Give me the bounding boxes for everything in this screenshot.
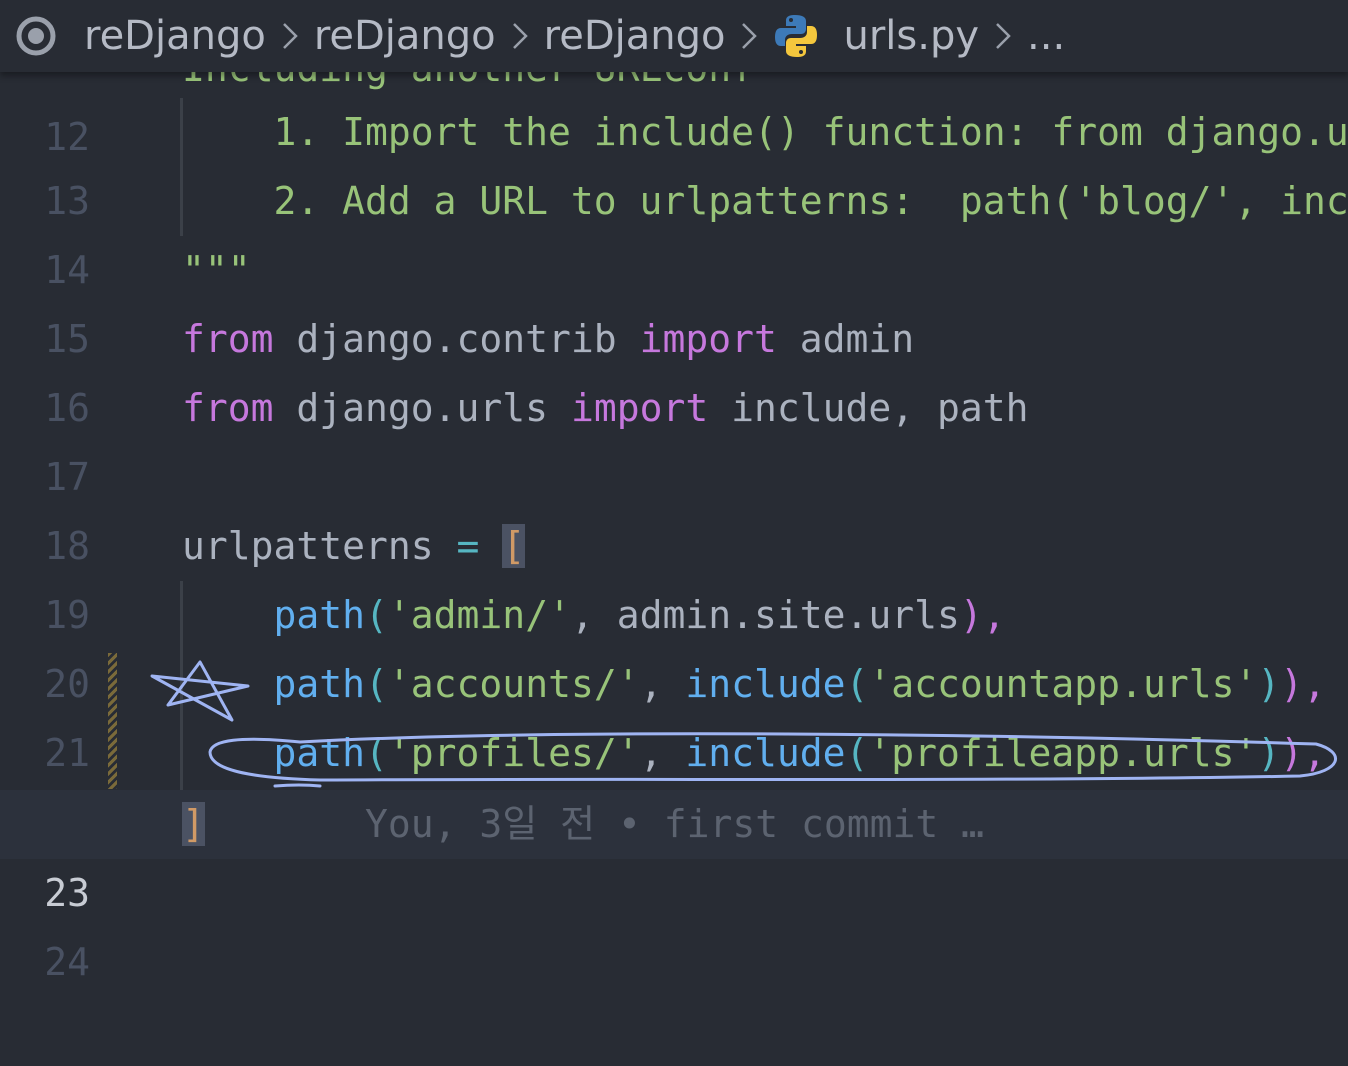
string-literal: 'profiles/' [387,731,640,775]
breadcrumb-item-symbol[interactable]: ... [1027,13,1065,59]
function-call: include [685,662,846,706]
close-bracket: ] [182,802,205,846]
breadcrumb: reDjango reDjango reDjango urls.py ... [0,0,1348,72]
paren: ), [959,593,1006,637]
code-line-13[interactable]: 13 1. Import the include() function: fro… [0,98,1348,223]
paren: ) [1257,731,1281,775]
source-control-circle-icon[interactable] [12,12,60,60]
string-literal: 'profileapp.urls' [868,731,1258,775]
paren: ( [365,593,388,637]
open-bracket: [ [502,524,526,568]
line-text: path('profiles/', include('profileapp.ur… [182,719,1326,788]
module-name: django.contrib [273,317,640,361]
code-editor[interactable]: 12 Including another URLconf 13 1. Impor… [0,0,1348,984]
keyword: import [639,317,777,361]
code-line-22[interactable]: 22 path('profiles/', include('profileapp… [0,719,1348,844]
string-literal: 'accountapp.urls' [868,662,1258,706]
line-text: """ [182,248,251,292]
code-line-20[interactable]: 20 path('admin/', admin.site.urls), [0,581,1348,706]
code-line-14[interactable]: 14 2. Add a URL to urlpatterns: path('bl… [0,167,1348,292]
code-line-18[interactable]: 18 [0,443,1348,568]
argument: , admin.site.urls [570,593,960,637]
paren: ( [845,731,869,775]
function-call: path [273,731,366,775]
function-call: path [273,593,366,637]
paren: ( [365,662,388,706]
assign-operator: = [456,524,480,568]
chevron-right-icon [739,21,759,51]
code-line-16[interactable]: 16 from django.contrib import admin [0,305,1348,430]
line-text: 1. Import the include() function: from d… [182,110,1348,154]
code-line-17[interactable]: 17 from django.urls import include, path [0,374,1348,499]
paren: ), [1280,662,1326,706]
line-text: path('admin/', admin.site.urls), [182,581,1006,650]
code-line-19[interactable]: 19 urlpatterns = [ [0,512,1348,637]
paren: ) [1257,662,1281,706]
module-name: django.urls [273,386,571,430]
keyword: import [570,386,709,430]
imported-names: admin [776,317,915,361]
string-literal: 'admin/' [387,593,571,637]
keyword: from [182,386,274,430]
chevron-right-icon [280,21,300,51]
breadcrumb-item-folder[interactable]: reDjango [314,13,496,59]
line-text: urlpatterns = [ [182,512,526,581]
paren: ( [365,731,388,775]
chevron-right-icon [510,21,530,51]
string-literal: 'accounts/' [387,662,640,706]
line-number: 24 [44,940,90,984]
line-text: from django.contrib import admin [182,305,914,374]
line-text: ] You, 3일 전 • first commit … [182,790,984,859]
function-call: include [685,731,846,775]
code-line-24[interactable]: 24 [0,859,1348,984]
paren: ), [1280,731,1326,775]
paren: ( [845,662,869,706]
breadcrumb-item-file[interactable]: urls.py [843,13,979,59]
function-call: path [273,662,366,706]
chevron-right-icon [993,21,1013,51]
code-line-23[interactable]: 23 ] You, 3일 전 • first commit … [0,790,1348,915]
code-line-21[interactable]: 21 path('accounts/', include('accountapp… [0,650,1348,775]
git-blame-annotation: You, 3일 전 • first commit … [365,802,985,846]
breadcrumb-item-folder[interactable]: reDjango [84,13,266,59]
code-line-15[interactable]: 15 """ [0,236,1348,361]
imported-names: include, path [708,386,1029,430]
line-text: 2. Add a URL to urlpatterns: path('blog/… [182,179,1348,223]
line-text: path('accounts/', include('accountapp.ur… [182,650,1326,719]
keyword: from [182,317,274,361]
breadcrumb-item-folder[interactable]: reDjango [544,13,726,59]
comma: , [639,731,686,775]
variable-name: urlpatterns [182,524,457,568]
line-text: from django.urls import include, path [182,374,1029,443]
comma: , [639,662,686,706]
python-icon [773,13,819,59]
